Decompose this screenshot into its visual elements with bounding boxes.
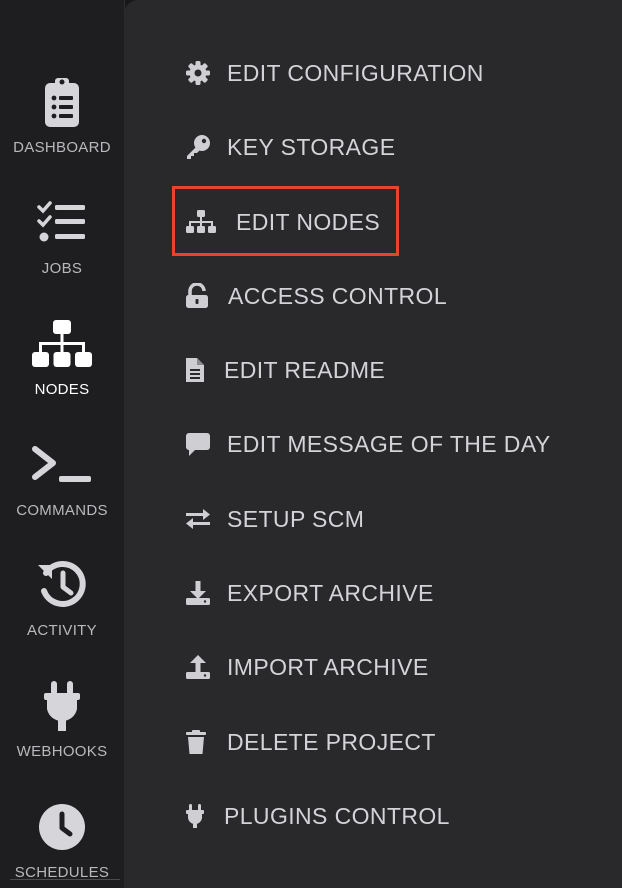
terminal-icon (0, 437, 124, 493)
file-icon (185, 357, 205, 383)
sidebar-divider (10, 879, 120, 880)
exchange-icon (185, 506, 211, 532)
menu-item-export-archive[interactable]: EXPORT ARCHIVE (185, 573, 434, 613)
menu-item-setup-scm[interactable]: SETUP SCM (185, 499, 364, 539)
menu-item-edit-readme[interactable]: EDIT README (185, 350, 385, 390)
menu-item-label: DELETE PROJECT (227, 728, 436, 755)
plug-icon (185, 803, 205, 829)
gear-icon (185, 60, 211, 86)
menu-item-delete-project[interactable]: DELETE PROJECT (185, 722, 436, 762)
sidebar-item-activity[interactable]: ACTIVITY (0, 549, 124, 661)
comment-icon (185, 431, 211, 457)
unlock-icon (185, 283, 209, 309)
trash-icon (185, 729, 207, 755)
menu-item-label: EXPORT ARCHIVE (227, 579, 434, 606)
upload-icon (185, 654, 211, 680)
sitemap-icon (0, 316, 124, 372)
menu-item-import-archive[interactable]: IMPORT ARCHIVE (185, 647, 429, 687)
menu-item-access-control[interactable]: ACCESS CONTROL (185, 276, 447, 316)
menu-item-plugins-control[interactable]: PLUGINS CONTROL (185, 796, 450, 836)
menu-item-label: EDIT MESSAGE OF THE DAY (227, 430, 551, 457)
sidebar-nav: DASHBOARD JOBS NODES COMMANDS ACTIVITY W… (0, 0, 125, 888)
menu-item-label: EDIT README (224, 356, 386, 383)
sidebar-item-dashboard[interactable]: DASHBOARD (0, 66, 124, 178)
key-icon (185, 134, 211, 160)
highlight-box (172, 186, 399, 256)
sidebar-item-label: DASHBOARD (13, 139, 111, 156)
menu-item-label: PLUGINS CONTROL (224, 802, 450, 829)
sidebar-item-nodes[interactable]: NODES (0, 308, 124, 420)
download-icon (185, 580, 211, 606)
app-frame: DASHBOARD JOBS NODES COMMANDS ACTIVITY W… (0, 0, 622, 888)
sidebar-item-jobs[interactable]: JOBS (0, 187, 124, 299)
sidebar-item-schedules[interactable]: SCHEDULES (0, 791, 124, 888)
menu-item-key-storage[interactable]: KEY STORAGE (185, 127, 395, 167)
menu-item-label: KEY STORAGE (227, 133, 396, 160)
sidebar-item-label: ACTIVITY (27, 622, 97, 639)
sidebar-item-label: JOBS (41, 260, 83, 277)
menu-item-label: ACCESS CONTROL (228, 282, 448, 309)
sidebar-item-label: WEBHOOKS (16, 743, 108, 760)
sidebar-item-label: COMMANDS (16, 502, 108, 519)
history-icon (0, 557, 124, 613)
menu-item-edit-configuration[interactable]: EDIT CONFIGURATION (185, 53, 484, 93)
menu-item-label: EDIT CONFIGURATION (227, 59, 484, 86)
plug-icon (0, 678, 124, 734)
sidebar-item-label: NODES (34, 381, 90, 398)
menu-item-label: IMPORT ARCHIVE (227, 653, 429, 680)
clipboard-list-icon (0, 74, 124, 130)
menu-item-label: SETUP SCM (227, 505, 365, 532)
sidebar-item-commands[interactable]: COMMANDS (0, 429, 124, 541)
menu-item-edit-message-of-the-day[interactable]: EDIT MESSAGE OF THE DAY (185, 424, 551, 464)
tasks-icon (0, 195, 124, 251)
clock-icon (0, 799, 124, 855)
sidebar-item-webhooks[interactable]: WEBHOOKS (0, 670, 124, 782)
